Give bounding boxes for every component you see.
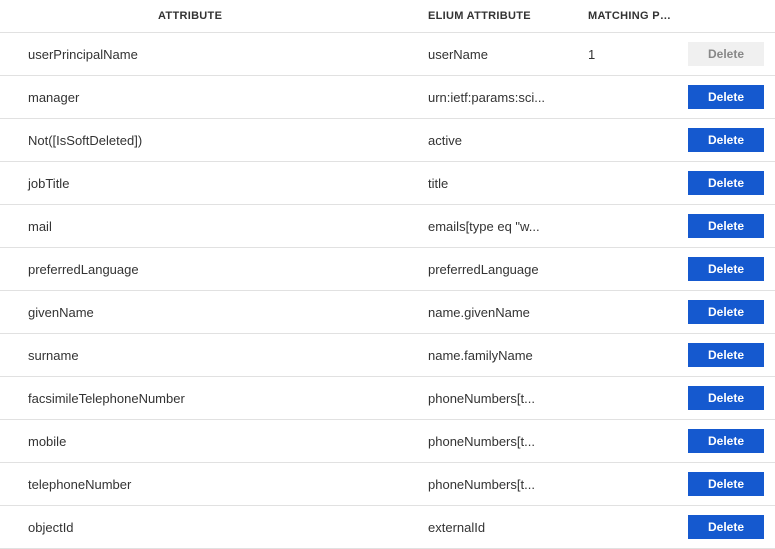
delete-button[interactable]: Delete [688,257,764,281]
cell-attribute: mail [28,219,428,234]
cell-attribute: objectId [28,520,428,535]
cell-elium-attribute: emails[type eq "w... [428,219,588,234]
cell-attribute: surname [28,348,428,363]
table-row[interactable]: preferredLanguagepreferredLanguage Delete [0,248,775,291]
cell-attribute: manager [28,90,428,105]
table-row[interactable]: Not([IsSoftDeleted])active Delete [0,119,775,162]
cell-elium-attribute: phoneNumbers[t... [428,434,588,449]
cell-action: Delete [688,429,764,453]
table-row[interactable]: objectIdexternalId Delete [0,506,775,549]
cell-attribute: mobile [28,434,428,449]
cell-elium-attribute: title [428,176,588,191]
table-row[interactable]: surnamename.familyName Delete [0,334,775,377]
cell-elium-attribute: phoneNumbers[t... [428,391,588,406]
delete-button[interactable]: Delete [688,472,764,496]
attribute-mapping-table: ATTRIBUTE ELIUM ATTRIBUTE MATCHING PREC.… [0,0,775,549]
table-row[interactable]: jobTitletitle Delete [0,162,775,205]
cell-action: Delete [688,128,764,152]
cell-attribute: preferredLanguage [28,262,428,277]
table-row[interactable]: telephoneNumberphoneNumbers[t... Delete [0,463,775,506]
delete-button[interactable]: Delete [688,85,764,109]
header-matching-precedence: MATCHING PREC... [588,10,688,22]
cell-action: Delete [688,171,764,195]
cell-action: Delete [688,214,764,238]
header-attribute: ATTRIBUTE [28,10,428,22]
cell-elium-attribute: externalId [428,520,588,535]
delete-button[interactable]: Delete [688,128,764,152]
cell-attribute: givenName [28,305,428,320]
cell-action: Delete [688,343,764,367]
cell-attribute: Not([IsSoftDeleted]) [28,133,428,148]
cell-attribute: jobTitle [28,176,428,191]
cell-action: Delete [688,472,764,496]
delete-button: Delete [688,42,764,66]
cell-action: Delete [688,85,764,109]
table-row[interactable]: userPrincipalNameuserName1Delete [0,33,775,76]
delete-button[interactable]: Delete [688,171,764,195]
table-row[interactable]: mailemails[type eq "w... Delete [0,205,775,248]
header-action [688,10,764,22]
cell-elium-attribute: preferredLanguage [428,262,588,277]
cell-action: Delete [688,300,764,324]
cell-attribute: userPrincipalName [28,47,428,62]
cell-elium-attribute: urn:ietf:params:sci... [428,90,588,105]
header-elium-attribute: ELIUM ATTRIBUTE [428,10,588,22]
cell-elium-attribute: userName [428,47,588,62]
cell-attribute: facsimileTelephoneNumber [28,391,428,406]
table-row[interactable]: givenNamename.givenName Delete [0,291,775,334]
cell-elium-attribute: phoneNumbers[t... [428,477,588,492]
table-row[interactable]: mobilephoneNumbers[t... Delete [0,420,775,463]
cell-action: Delete [688,42,764,66]
table-row[interactable]: facsimileTelephoneNumberphoneNumbers[t..… [0,377,775,420]
cell-attribute: telephoneNumber [28,477,428,492]
table-header-row: ATTRIBUTE ELIUM ATTRIBUTE MATCHING PREC.… [0,0,775,33]
cell-elium-attribute: active [428,133,588,148]
cell-elium-attribute: name.givenName [428,305,588,320]
delete-button[interactable]: Delete [688,300,764,324]
delete-button[interactable]: Delete [688,214,764,238]
delete-button[interactable]: Delete [688,386,764,410]
table-row[interactable]: managerurn:ietf:params:sci... Delete [0,76,775,119]
cell-matching-precedence: 1 [588,47,688,62]
cell-action: Delete [688,515,764,539]
delete-button[interactable]: Delete [688,343,764,367]
cell-action: Delete [688,257,764,281]
cell-action: Delete [688,386,764,410]
delete-button[interactable]: Delete [688,515,764,539]
cell-elium-attribute: name.familyName [428,348,588,363]
delete-button[interactable]: Delete [688,429,764,453]
table-body: userPrincipalNameuserName1Deletemanageru… [0,33,775,549]
